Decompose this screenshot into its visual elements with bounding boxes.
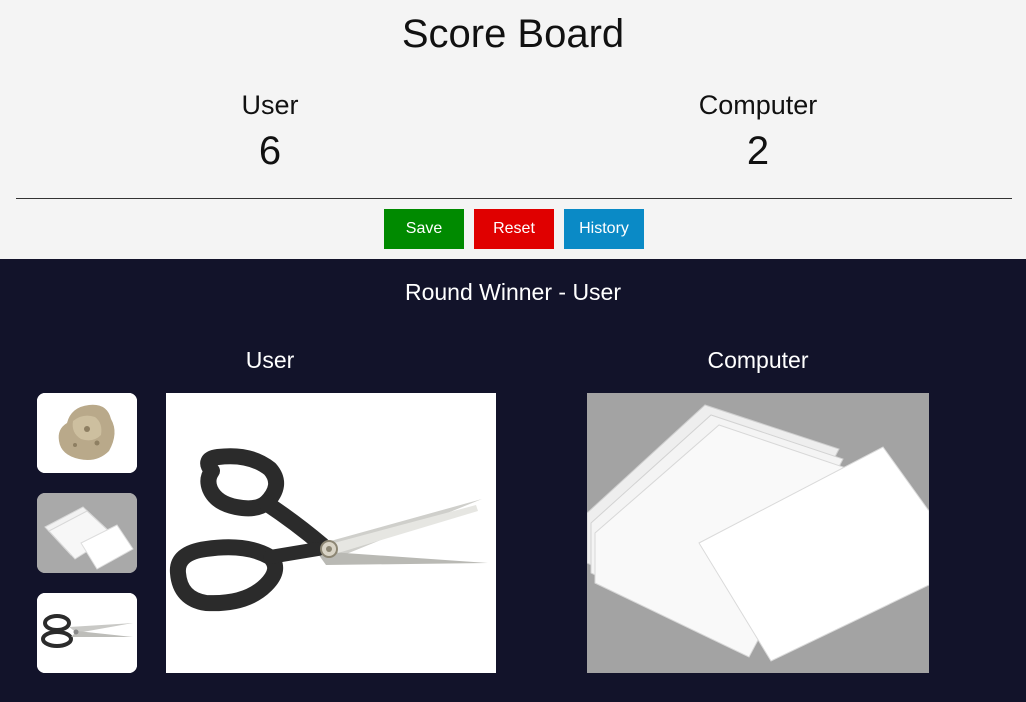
rock-icon [37,393,137,473]
scissors-icon [37,593,137,673]
paper-icon [587,393,929,673]
computer-score-block: Computer 2 [608,90,908,174]
save-button[interactable]: Save [384,209,464,249]
divider [16,198,1012,199]
user-choice-image [166,393,496,673]
paper-choice-button[interactable] [37,493,137,573]
computer-score-value: 2 [746,129,770,173]
reset-button[interactable]: Reset [474,209,554,249]
history-button[interactable]: History [564,209,644,249]
user-score-label: User [241,90,299,120]
user-score-block: User 6 [120,90,420,174]
computer-choice-label: Computer [707,347,809,373]
computer-score-label: Computer [698,90,818,120]
round-winner-text: Round Winner - User [404,279,622,305]
computer-choice-image [587,393,929,673]
game-panel: Round Winner - User User Computer [0,259,1026,702]
user-score-value: 6 [258,129,282,173]
user-choice-label: User [245,347,295,373]
scissors-choice-button[interactable] [37,593,137,673]
action-buttons: Save Reset History [384,209,644,249]
rock-choice-button[interactable] [37,393,137,473]
scoreboard-panel: Score Board User 6 Computer 2 Save Reset… [0,0,1026,259]
paper-icon [37,493,137,573]
scissors-icon [166,393,496,673]
page-title: Score Board [401,12,625,56]
